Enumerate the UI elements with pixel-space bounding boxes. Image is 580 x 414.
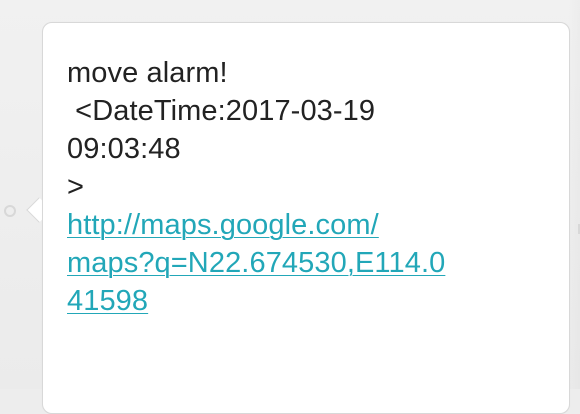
maps-link-line-3[interactable]: 41598: [67, 282, 557, 320]
message-line-2: <DateTime:2017-03-19: [67, 95, 376, 127]
message-body: move alarm! <DateTime:2017-03-19 09:03:4…: [67, 54, 557, 320]
contact-indicator: [4, 205, 16, 217]
conversation-view: move alarm! <DateTime:2017-03-19 09:03:4…: [0, 0, 580, 414]
message-line-4: >: [67, 171, 85, 203]
maps-link-line-2[interactable]: maps?q=N22.674530,E114.0: [67, 244, 557, 282]
edge-shadow: [568, 0, 580, 389]
maps-link-line-1[interactable]: http://maps.google.com/: [67, 206, 557, 244]
message-line-3: 09:03:48: [67, 133, 181, 165]
message-line-1: move alarm!: [67, 57, 228, 89]
